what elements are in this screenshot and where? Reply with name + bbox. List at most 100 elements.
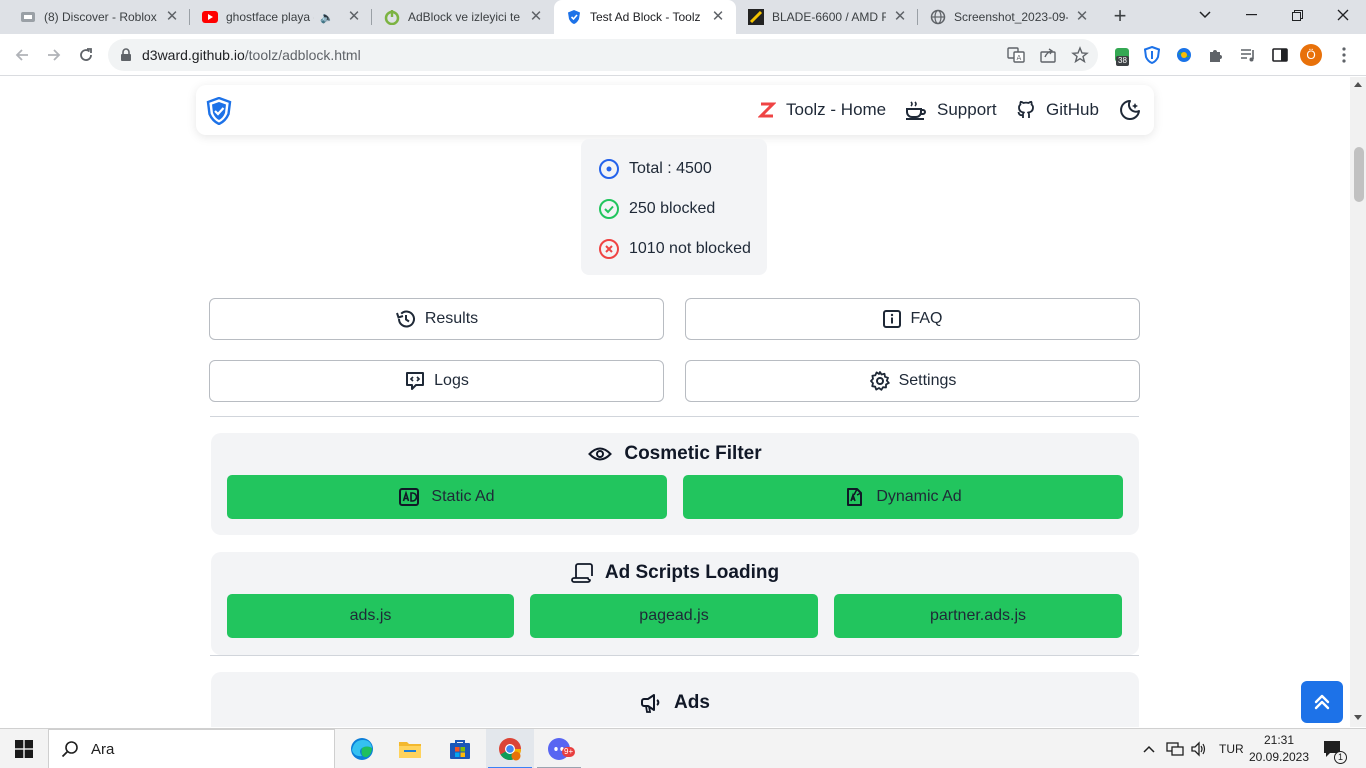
ad-icon: [399, 488, 420, 506]
ad-2-icon: [847, 488, 863, 506]
media-control-icon[interactable]: [1236, 43, 1260, 67]
lock-icon[interactable]: [120, 48, 132, 62]
tab-youtube[interactable]: ghostface playa - 🔈 ✕: [190, 0, 372, 34]
tab-adblock-tracker[interactable]: AdBlock ve izleyici te ✕: [372, 0, 554, 34]
language-indicator[interactable]: TUR: [1219, 729, 1244, 768]
taskbar-clock[interactable]: 21:31 20.09.2023: [1248, 732, 1310, 766]
search-icon: [61, 741, 78, 758]
nav-github[interactable]: GitHub: [1016, 98, 1099, 122]
address-bar[interactable]: d3ward.github.io/toolz/adblock.html: [108, 39, 1098, 71]
logs-button[interactable]: Logs: [209, 360, 664, 402]
ad-scripts-title: Ad Scripts Loading: [604, 562, 780, 583]
network-icon[interactable]: [1166, 729, 1184, 768]
browser-toolbar: d3ward.github.io/toolz/adblock.html A 38…: [0, 34, 1366, 76]
stat-blocked-label: 250 blocked: [629, 200, 716, 217]
settings-button[interactable]: Settings: [685, 360, 1140, 402]
speakerphone-icon: [641, 694, 660, 713]
reload-button[interactable]: [72, 41, 100, 69]
close-icon[interactable]: ✕: [710, 9, 726, 25]
close-icon[interactable]: ✕: [1074, 9, 1090, 25]
forward-button[interactable]: [40, 41, 68, 69]
side-panel-icon[interactable]: [1268, 43, 1292, 67]
close-icon[interactable]: ✕: [892, 9, 908, 25]
back-to-top-button[interactable]: [1301, 681, 1343, 723]
stat-not-blocked: 1010 not blocked: [598, 238, 751, 260]
cosmetic-filter-heading: Cosmetic Filter: [211, 443, 1139, 465]
static-ad-label: Static Ad: [431, 488, 495, 505]
bookmark-star-icon[interactable]: [1068, 43, 1092, 67]
site-logo-shield-icon[interactable]: [206, 97, 232, 125]
share-icon[interactable]: [1036, 43, 1060, 67]
scroll-up-arrow-icon[interactable]: [1354, 82, 1362, 87]
notification-center-button[interactable]: 1: [1322, 729, 1347, 768]
stat-total: Total : 4500: [598, 158, 712, 180]
static-ad-button[interactable]: Static Ad: [227, 475, 667, 519]
speaker-icon[interactable]: 🔈: [320, 11, 334, 24]
dynamic-ad-button[interactable]: Dynamic Ad: [683, 475, 1123, 519]
faq-button[interactable]: FAQ: [685, 298, 1140, 340]
close-icon[interactable]: ✕: [346, 9, 362, 25]
script-ads-js-button[interactable]: ads.js: [227, 594, 514, 638]
toolz-logo-icon: [758, 102, 776, 118]
shield-extension-icon[interactable]: [1140, 43, 1164, 67]
nav-toolz-home[interactable]: Toolz - Home: [758, 98, 886, 122]
taskbar-file-explorer[interactable]: [386, 729, 434, 768]
check-circle-icon: [599, 199, 619, 219]
windows-logo-icon: [15, 740, 33, 758]
nav-support[interactable]: Support: [905, 98, 997, 122]
chrome-icon: [499, 738, 521, 761]
script-pagead-js-button[interactable]: pagead.js: [530, 594, 818, 638]
dark-mode-moon-icon[interactable]: [1119, 99, 1141, 121]
new-tab-button[interactable]: +: [1108, 5, 1132, 29]
stat-total-label: Total : 4500: [629, 160, 712, 177]
minimize-button[interactable]: [1228, 0, 1274, 30]
more-menu-icon[interactable]: [1332, 43, 1356, 67]
volume-icon[interactable]: [1190, 729, 1208, 768]
extension-badge: 38: [1116, 56, 1129, 66]
x-circle-icon: [599, 239, 619, 259]
script-partner-ads-js-button[interactable]: partner.ads.js: [834, 594, 1122, 638]
page-scrollbar[interactable]: [1350, 77, 1366, 727]
globe-extension-icon[interactable]: [1172, 43, 1196, 67]
script-ads-js-label: ads.js: [349, 607, 392, 624]
cosmetic-filter-card: Cosmetic Filter Static Ad Dynamic Ad: [211, 433, 1139, 535]
restore-button[interactable]: [1274, 0, 1320, 30]
close-icon[interactable]: ✕: [528, 9, 544, 25]
scrollbar-thumb[interactable]: [1354, 147, 1364, 202]
show-hidden-icons-button[interactable]: [1142, 729, 1156, 768]
back-button[interactable]: [8, 41, 36, 69]
taskbar-discord[interactable]: 9+: [535, 729, 583, 768]
taskbar-store[interactable]: [436, 729, 484, 768]
start-button[interactable]: [0, 729, 48, 768]
tab-search-button[interactable]: [1182, 0, 1228, 30]
taskbar-chrome[interactable]: [486, 729, 534, 768]
ads-title: Ads: [674, 692, 710, 713]
puzzle-icon[interactable]: [1204, 43, 1228, 67]
blade-favicon-icon: [748, 9, 764, 25]
tab-strip: (8) Discover - Roblox ✕ ghostface playa …: [0, 0, 1366, 34]
tab-test-ad-block[interactable]: Test Ad Block - Toolz ✕: [554, 0, 736, 34]
power-favicon-icon: [384, 9, 400, 25]
scroll-down-arrow-icon[interactable]: [1354, 715, 1362, 720]
tab-screenshot[interactable]: Screenshot_2023-09- ✕: [918, 0, 1100, 34]
cosmetic-filter-title: Cosmetic Filter: [624, 443, 762, 464]
svg-text:A: A: [1017, 54, 1022, 62]
folder-icon: [399, 742, 421, 758]
profile-avatar[interactable]: Ö: [1300, 44, 1322, 66]
chevrons-up-icon: [1314, 694, 1330, 710]
target-icon: [599, 159, 619, 179]
tab-roblox[interactable]: (8) Discover - Roblox ✕: [8, 0, 190, 34]
tab-blade[interactable]: BLADE-6600 / AMD R ✕: [736, 0, 918, 34]
dynamic-ad-label: Dynamic Ad: [876, 488, 962, 505]
url-host: d3ward.github.io: [142, 47, 245, 63]
close-window-button[interactable]: [1320, 0, 1366, 30]
gear-icon: [869, 371, 890, 391]
translate-icon[interactable]: A: [1004, 43, 1028, 67]
nav-home-label: Toolz - Home: [786, 100, 887, 119]
taskbar-search[interactable]: Ara: [48, 729, 335, 768]
close-icon[interactable]: ✕: [164, 9, 180, 25]
results-button[interactable]: Results: [209, 298, 664, 340]
section-divider: [210, 416, 1139, 417]
eye-icon: [588, 447, 613, 461]
taskbar-edge[interactable]: [338, 729, 386, 768]
